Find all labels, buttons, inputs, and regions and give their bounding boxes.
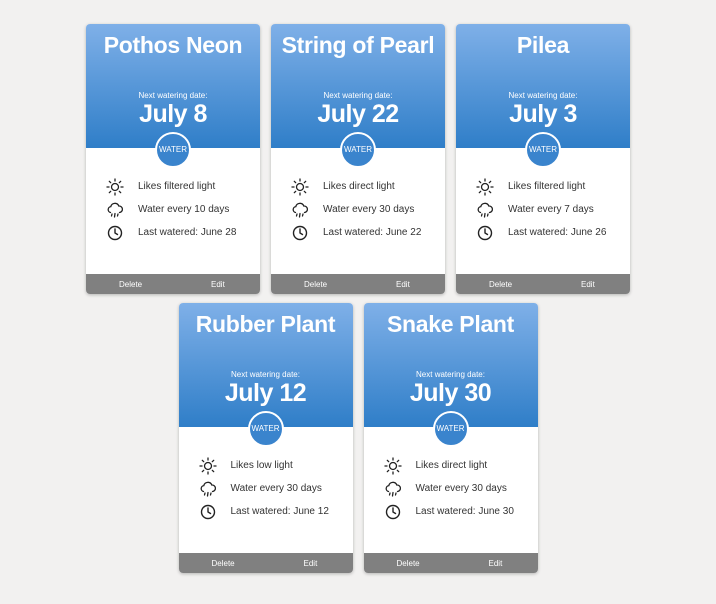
edit-button[interactable]: Edit bbox=[304, 559, 318, 568]
card-header: Snake Plant Next watering date: July 30 bbox=[363, 303, 538, 427]
rain-cloud-icon bbox=[476, 201, 494, 219]
plant-card: Pilea Next watering date: July 3 WATER L… bbox=[456, 24, 630, 294]
water-frequency-text: Water every 7 days bbox=[508, 204, 594, 215]
sun-icon bbox=[291, 177, 309, 196]
next-watering-label: Next watering date: bbox=[416, 370, 485, 379]
delete-button[interactable]: Delete bbox=[119, 280, 142, 289]
plant-name: Snake Plant bbox=[386, 311, 515, 337]
plant-info: Likes direct light Water every 30 days L… bbox=[291, 175, 439, 244]
water-button[interactable]: WATER bbox=[432, 411, 469, 447]
next-watering-date: July 22 bbox=[317, 100, 399, 128]
next-watering-label: Next watering date: bbox=[231, 370, 300, 379]
plant-card-row-1: Pothos Neon Next watering date: July 8 W… bbox=[0, 24, 716, 294]
card-footer: Delete Edit bbox=[271, 274, 445, 294]
next-watering-date: July 8 bbox=[139, 100, 207, 128]
light-text: Likes low light bbox=[230, 460, 293, 471]
rain-cloud-icon bbox=[291, 201, 309, 219]
rain-cloud-icon bbox=[106, 201, 124, 219]
last-watered-row: Last watered: June 12 bbox=[199, 500, 347, 523]
plant-info: Likes filtered light Water every 7 days … bbox=[476, 175, 624, 244]
last-watered-text: Last watered: June 12 bbox=[230, 506, 329, 517]
next-watering-label: Next watering date: bbox=[323, 91, 393, 100]
light-text: Likes filtered light bbox=[138, 181, 216, 192]
plant-name: Rubber Plant bbox=[195, 311, 336, 337]
water-frequency-text: Water every 30 days bbox=[230, 483, 322, 494]
last-watered-row: Last watered: June 30 bbox=[384, 500, 532, 523]
water-button[interactable]: WATER bbox=[247, 411, 284, 447]
light-row: Likes direct light bbox=[291, 175, 439, 198]
edit-button[interactable]: Edit bbox=[211, 280, 225, 289]
delete-button[interactable]: Delete bbox=[489, 280, 512, 289]
edit-button[interactable]: Edit bbox=[396, 280, 410, 289]
light-row: Likes filtered light bbox=[476, 175, 624, 198]
clock-icon bbox=[199, 503, 217, 521]
plant-card: Snake Plant Next watering date: July 30 … bbox=[363, 303, 538, 573]
last-watered-row: Last watered: June 22 bbox=[291, 221, 439, 244]
plant-card: Pothos Neon Next watering date: July 8 W… bbox=[86, 24, 260, 294]
sun-icon bbox=[198, 456, 217, 475]
light-row: Likes filtered light bbox=[106, 175, 254, 198]
last-watered-row: Last watered: June 28 bbox=[106, 221, 254, 244]
water-frequency-text: Water every 30 days bbox=[323, 204, 415, 215]
card-header: Pothos Neon Next watering date: July 8 bbox=[86, 24, 260, 148]
light-row: Likes low light bbox=[198, 454, 347, 477]
delete-button[interactable]: Delete bbox=[212, 559, 235, 568]
delete-button[interactable]: Delete bbox=[397, 559, 420, 568]
light-text: Likes filtered light bbox=[508, 181, 586, 192]
edit-button[interactable]: Edit bbox=[489, 559, 503, 568]
plant-info: Likes direct light Water every 30 days L… bbox=[383, 454, 532, 523]
next-watering-date: July 30 bbox=[409, 379, 492, 407]
water-button[interactable]: WATER bbox=[340, 132, 376, 168]
card-footer: Delete Edit bbox=[86, 274, 260, 294]
last-watered-text: Last watered: June 28 bbox=[138, 227, 237, 238]
last-watered-text: Last watered: June 22 bbox=[323, 227, 422, 238]
edit-button[interactable]: Edit bbox=[581, 280, 595, 289]
last-watered-text: Last watered: June 26 bbox=[508, 227, 607, 238]
water-frequency-row: Water every 30 days bbox=[384, 477, 532, 500]
water-frequency-row: Water every 10 days bbox=[106, 198, 254, 221]
water-button[interactable]: WATER bbox=[525, 132, 561, 168]
plant-info: Likes low light Water every 30 days Last… bbox=[198, 454, 347, 523]
card-header: Pilea Next watering date: July 3 bbox=[456, 24, 630, 148]
delete-button[interactable]: Delete bbox=[304, 280, 327, 289]
water-frequency-row: Water every 30 days bbox=[199, 477, 347, 500]
card-footer: Delete Edit bbox=[178, 553, 353, 573]
clock-icon bbox=[476, 224, 494, 242]
water-frequency-text: Water every 30 days bbox=[415, 483, 507, 494]
sun-icon bbox=[106, 177, 124, 196]
light-text: Likes direct light bbox=[415, 460, 488, 471]
light-text: Likes direct light bbox=[323, 181, 395, 192]
card-footer: Delete Edit bbox=[456, 274, 630, 294]
plant-card: String of Pearl Next watering date: July… bbox=[271, 24, 445, 294]
plant-name: Pilea bbox=[516, 32, 570, 58]
last-watered-text: Last watered: June 30 bbox=[415, 506, 514, 517]
next-watering-date: July 3 bbox=[509, 100, 577, 128]
rain-cloud-icon bbox=[199, 480, 217, 498]
next-watering-label: Next watering date: bbox=[508, 91, 578, 100]
sun-icon bbox=[476, 177, 494, 196]
water-button[interactable]: WATER bbox=[155, 132, 191, 168]
rain-cloud-icon bbox=[384, 480, 402, 498]
water-frequency-text: Water every 10 days bbox=[138, 204, 230, 215]
clock-icon bbox=[291, 224, 309, 242]
card-header: String of Pearl Next watering date: July… bbox=[271, 24, 445, 148]
last-watered-row: Last watered: June 26 bbox=[476, 221, 624, 244]
plant-name: Pothos Neon bbox=[103, 32, 243, 58]
next-watering-date: July 12 bbox=[224, 379, 307, 407]
plant-card-row-2: Rubber Plant Next watering date: July 12… bbox=[0, 303, 716, 573]
card-footer: Delete Edit bbox=[363, 553, 538, 573]
card-header: Rubber Plant Next watering date: July 12 bbox=[178, 303, 353, 427]
plant-name: String of Pearl bbox=[281, 32, 435, 58]
water-frequency-row: Water every 7 days bbox=[476, 198, 624, 221]
clock-icon bbox=[384, 503, 402, 521]
plant-card: Rubber Plant Next watering date: July 12… bbox=[178, 303, 353, 573]
light-row: Likes direct light bbox=[383, 454, 532, 477]
next-watering-label: Next watering date: bbox=[138, 91, 208, 100]
clock-icon bbox=[106, 224, 124, 242]
sun-icon bbox=[383, 456, 402, 475]
water-frequency-row: Water every 30 days bbox=[291, 198, 439, 221]
plant-info: Likes filtered light Water every 10 days… bbox=[106, 175, 254, 244]
